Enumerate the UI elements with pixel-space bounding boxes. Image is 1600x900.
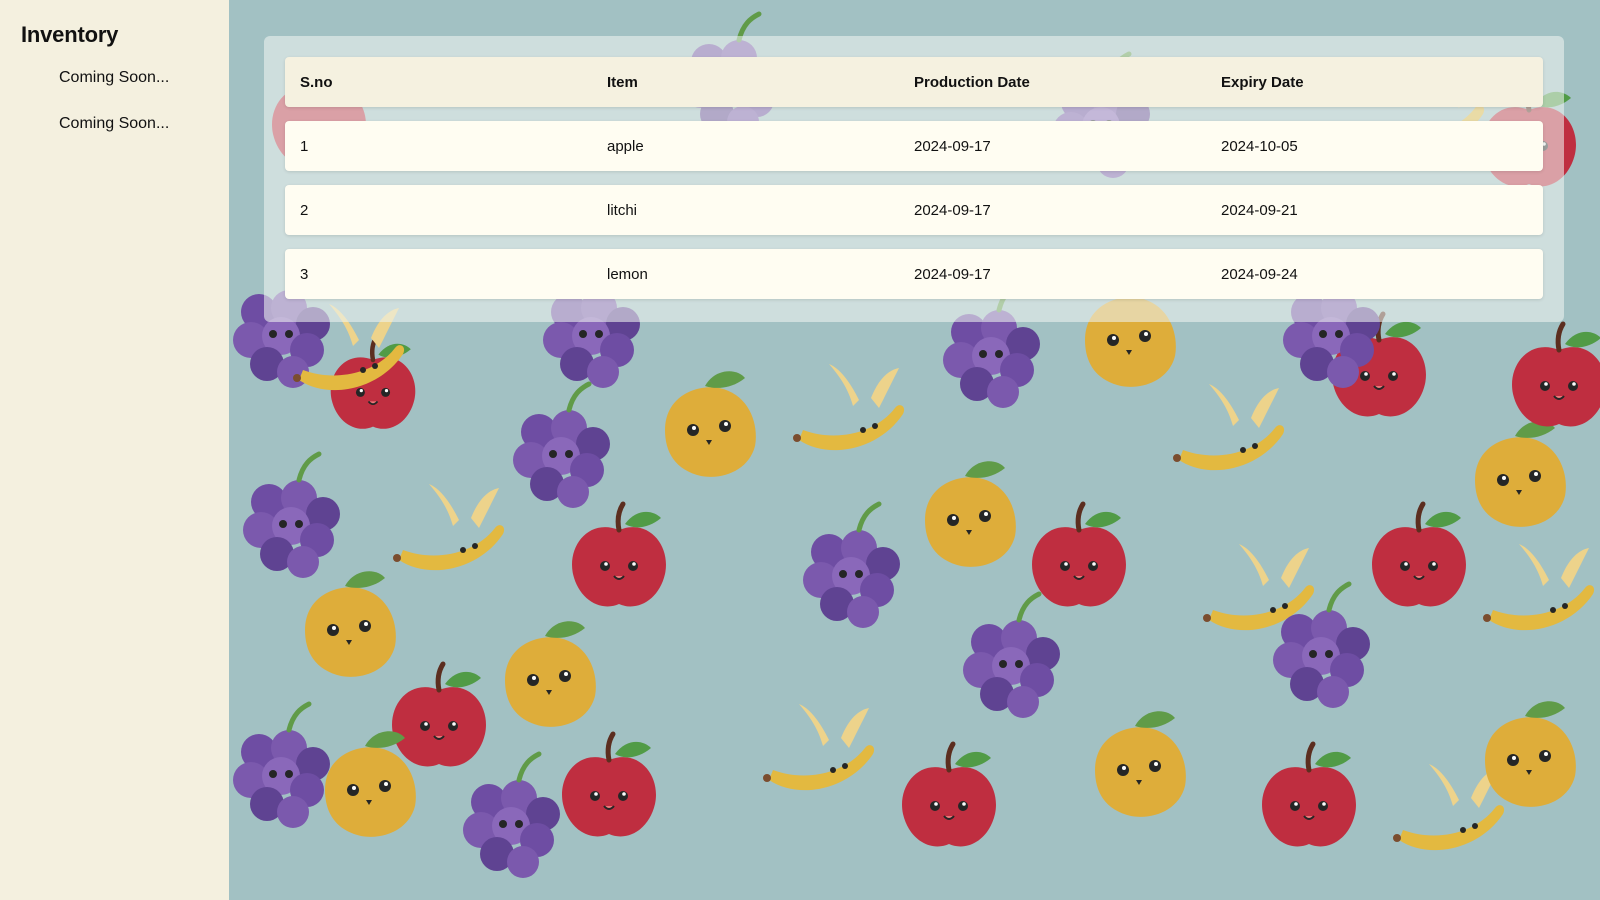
cell-item: apple — [607, 137, 644, 155]
cell-production-date: 2024-09-17 — [914, 265, 991, 283]
column-header-production-date: Production Date — [914, 73, 1030, 91]
cell-expiry-date: 2024-10-05 — [1221, 137, 1298, 155]
cell-sno: 2 — [300, 201, 309, 219]
app-title: Inventory — [21, 22, 119, 47]
sidebar: Inventory Coming Soon... Coming Soon... — [0, 0, 229, 900]
cell-production-date: 2024-09-17 — [914, 201, 991, 219]
cell-item: litchi — [607, 201, 638, 219]
table-row: 3 lemon 2024-09-17 2024-09-24 — [285, 249, 1543, 299]
main-content: S.no Item Production Date Expiry Date 1 … — [229, 0, 1600, 900]
inventory-table: S.no Item Production Date Expiry Date 1 … — [264, 36, 1564, 322]
cell-sno: 3 — [300, 265, 309, 283]
cell-sno: 1 — [300, 137, 309, 155]
table-header-row: S.no Item Production Date Expiry Date — [285, 57, 1543, 107]
column-header-expiry-date: Expiry Date — [1221, 73, 1304, 91]
table-row: 1 apple 2024-09-17 2024-10-05 — [285, 121, 1543, 171]
cell-expiry-date: 2024-09-24 — [1221, 265, 1298, 283]
cell-production-date: 2024-09-17 — [914, 137, 991, 155]
cell-expiry-date: 2024-09-21 — [1221, 201, 1298, 219]
cell-item: lemon — [607, 265, 648, 283]
column-header-sno: S.no — [300, 73, 333, 91]
column-header-item: Item — [607, 73, 638, 91]
sidebar-item-coming-soon-1[interactable]: Coming Soon... — [21, 62, 229, 108]
table-row: 2 litchi 2024-09-17 2024-09-21 — [285, 185, 1543, 235]
sidebar-item-coming-soon-2[interactable]: Coming Soon... — [21, 108, 229, 154]
